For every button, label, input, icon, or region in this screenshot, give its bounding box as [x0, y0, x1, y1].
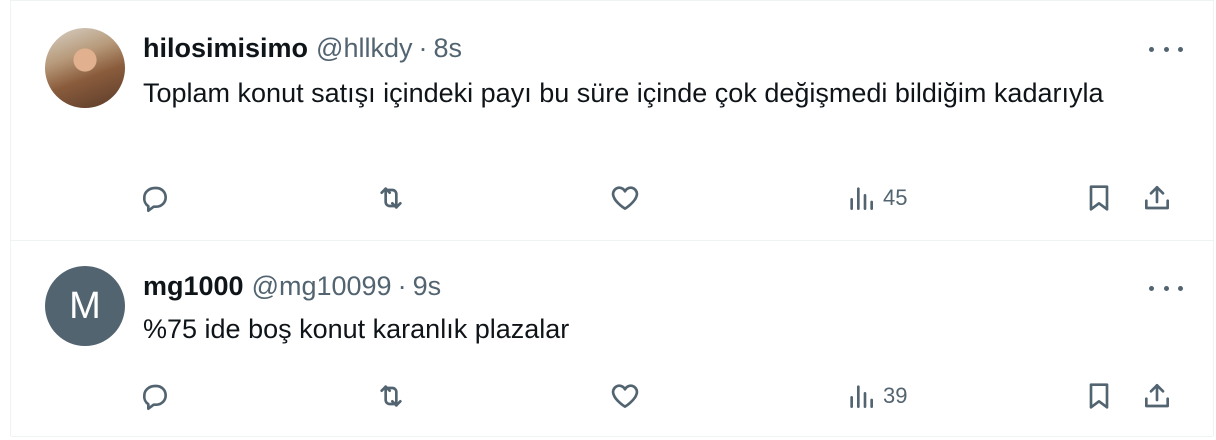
tweet-header: hilosimisimo @hllkdy · 8s: [143, 33, 462, 64]
tweet-header: mg1000 @mg10099 · 9s: [143, 271, 441, 302]
author-handle[interactable]: @hllkdy: [316, 33, 412, 64]
views-button[interactable]: 45: [845, 178, 907, 218]
share-button[interactable]: [1141, 376, 1173, 416]
avatar[interactable]: [45, 28, 125, 108]
timeline: hilosimisimo @hllkdy · 8s Toplam konut s…: [10, 0, 1214, 437]
more-icon[interactable]: [1149, 278, 1183, 298]
retweet-button[interactable]: [375, 376, 407, 416]
like-button[interactable]: [609, 376, 641, 416]
reply-icon: [142, 384, 167, 410]
author-name[interactable]: mg1000: [143, 271, 244, 302]
share-icon: [1145, 186, 1169, 210]
bookmark-button[interactable]: [1083, 376, 1115, 416]
tweet-text: %75 ide boş konut karanlık plazalar: [143, 314, 570, 344]
avatar[interactable]: M: [45, 266, 125, 346]
views-count: 45: [883, 185, 908, 210]
share-button[interactable]: [1141, 178, 1173, 218]
avatar-initial: M: [69, 284, 101, 327]
tweet[interactable]: hilosimisimo @hllkdy · 8s Toplam konut s…: [11, 1, 1213, 241]
bookmark-icon: [1089, 383, 1109, 409]
views-button[interactable]: 39: [845, 376, 907, 416]
reply-icon: [142, 186, 167, 212]
retweet-icon: [380, 385, 402, 407]
bookmark-icon: [1089, 185, 1109, 211]
views-count: 39: [883, 383, 908, 408]
action-bar: 39: [11, 376, 1213, 416]
more-icon[interactable]: [1149, 39, 1183, 59]
views-icon: [850, 187, 873, 210]
author-name[interactable]: hilosimisimo: [143, 33, 308, 64]
heart-icon: [611, 186, 639, 210]
reply-button[interactable]: [139, 178, 171, 218]
timestamp[interactable]: 8s: [434, 33, 463, 64]
separator: ·: [397, 271, 407, 301]
action-bar: 45: [11, 178, 1213, 218]
like-button[interactable]: [609, 178, 641, 218]
retweet-icon: [380, 187, 402, 209]
retweet-button[interactable]: [375, 178, 407, 218]
author-handle[interactable]: @mg10099: [252, 271, 392, 302]
bookmark-button[interactable]: [1083, 178, 1115, 218]
timestamp[interactable]: 9s: [413, 271, 442, 302]
reply-button[interactable]: [139, 376, 171, 416]
views-icon: [850, 385, 873, 408]
heart-icon: [611, 384, 639, 408]
tweet-text: Toplam konut satışı içindeki payı bu sür…: [143, 78, 1104, 108]
separator: ·: [418, 33, 428, 63]
share-icon: [1145, 384, 1169, 408]
